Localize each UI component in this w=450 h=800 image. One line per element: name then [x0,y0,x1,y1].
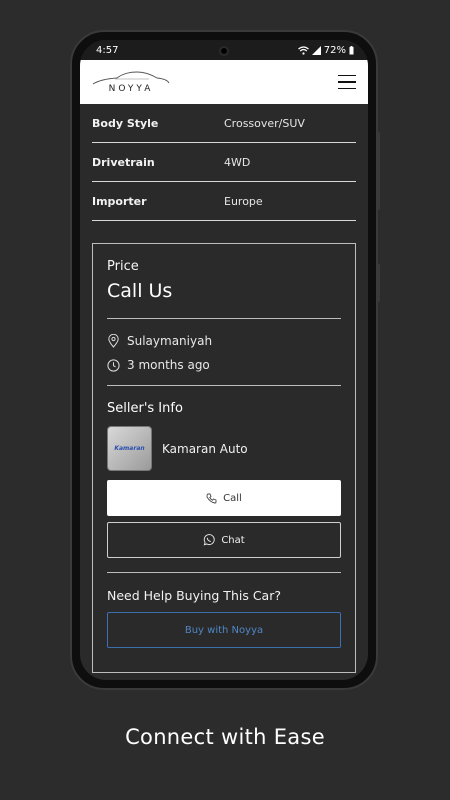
spec-label: Drivetrain [92,155,155,169]
status-bar: 4:57 72% [80,40,368,60]
price-label: Price [107,259,139,274]
wifi-icon [297,45,309,55]
seller-avatar[interactable]: Kamaran [107,426,152,471]
call-label: Call [223,492,242,504]
price-value: Call Us [107,280,173,302]
chat-button[interactable]: Chat [107,522,341,558]
volume-button [377,132,380,210]
spec-value: 4WD [224,155,251,169]
location-row: Sulaymaniyah [107,329,341,353]
spec-value: Crossover/SUV [224,116,305,130]
chat-label: Chat [221,534,245,546]
divider [107,572,341,573]
spec-row-drivetrain: Drivetrain 4WD [92,143,356,182]
spec-label: Body Style [92,116,159,130]
location-pin-icon [108,334,119,348]
divider [107,318,341,319]
listing-content: Body Style Crossover/SUV Drivetrain 4WD … [80,104,368,673]
buy-with-noyya-button[interactable]: Buy with Noyya [107,612,341,648]
help-title: Need Help Buying This Car? [107,588,281,603]
phone-screen: 4:57 72% NOYYA Body Style Crossover/SUV … [80,40,368,680]
divider [107,385,341,386]
battery-icon [349,45,354,54]
location-text: Sulaymaniyah [127,334,213,348]
seller-logo-text: Kamaran [114,445,145,452]
status-time: 4:57 [96,44,119,56]
app-header: NOYYA [80,60,368,104]
hamburger-menu-icon[interactable] [338,74,356,90]
seller-row[interactable]: Kamaran Kamaran Auto [107,426,341,471]
posted-time: 3 months ago [127,358,210,372]
phone-frame: 4:57 72% NOYYA Body Style Crossover/SUV … [70,30,380,690]
price-card: Price Call Us Sulaymaniyah 3 months ago [92,243,356,673]
posted-row: 3 months ago [107,353,341,377]
brand-name: NOYYA [108,84,154,94]
camera-icon [219,46,229,56]
phone-icon [206,493,217,503]
spec-row-importer: Importer Europe [92,182,356,221]
spec-value: Europe [224,194,263,208]
seller-info-title: Seller's Info [107,401,183,416]
spec-label: Importer [92,194,147,208]
battery-percent: 72% [323,44,346,56]
call-button[interactable]: Call [107,480,341,516]
brand-logo[interactable]: NOYYA [90,70,172,94]
spec-row-body-style: Body Style Crossover/SUV [92,104,356,143]
clock-icon [107,358,120,372]
power-button [377,264,380,302]
buy-label: Buy with Noyya [184,624,264,636]
promo-caption: Connect with Ease [125,725,325,749]
status-indicators: 72% [297,44,354,56]
whatsapp-icon [204,534,215,546]
signal-icon [311,45,321,55]
seller-name[interactable]: Kamaran Auto [162,442,248,456]
